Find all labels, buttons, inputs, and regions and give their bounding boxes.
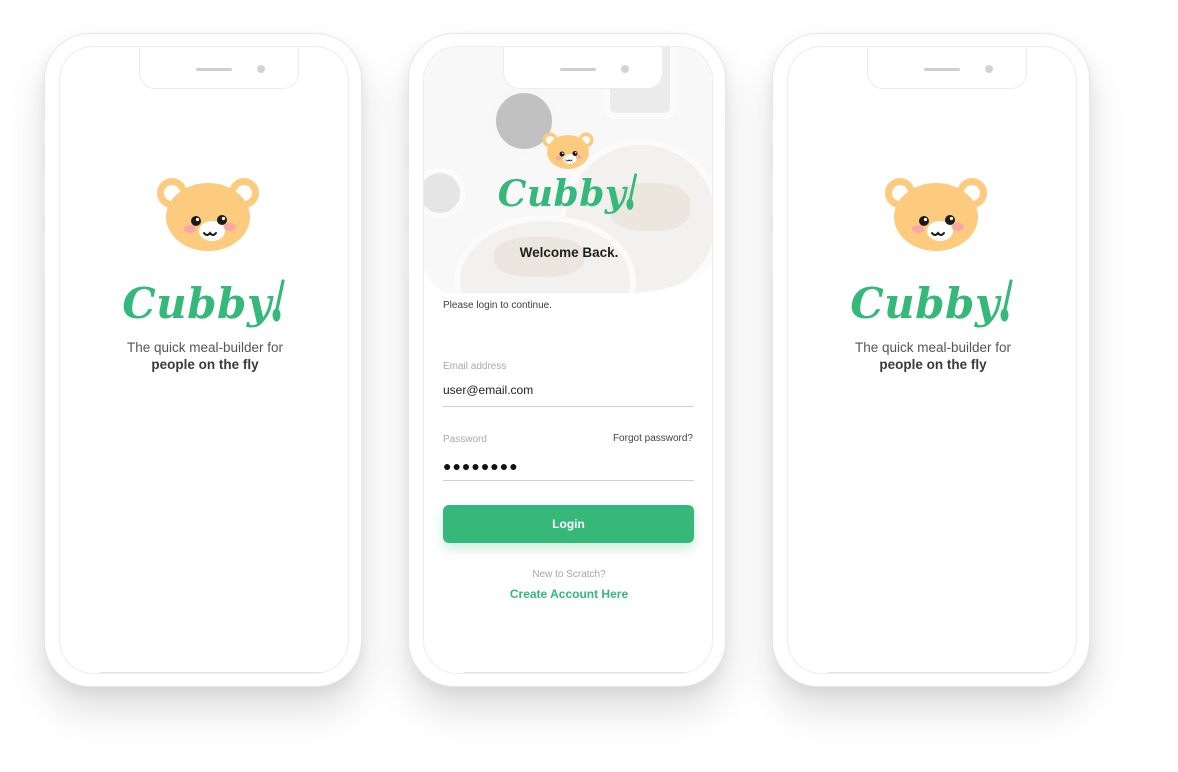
- email-value: user@email.com: [443, 383, 534, 397]
- tagline-line-1: The quick meal-builder for: [126, 340, 284, 355]
- brand-wordmark-text: Cubby: [497, 173, 627, 215]
- phone-splash-left: Cubby The quick meal-builder for people …: [40, 33, 362, 687]
- phone-notch: [867, 47, 1027, 89]
- spoon-icon: [1000, 279, 1013, 322]
- tagline: The quick meal-builder for people on the…: [60, 339, 348, 373]
- bear-face-icon: [156, 177, 260, 252]
- signup-prompt: New to Scratch?: [532, 569, 606, 580]
- email-label: Email address: [443, 361, 507, 372]
- front-camera: [257, 65, 265, 73]
- phone-splash-right: Cubby The quick meal-builder for people …: [768, 33, 1090, 687]
- phone-login: Cubby Welcome Back. Please login to cont…: [404, 33, 726, 687]
- phone-screen: Cubby The quick meal-builder for people …: [787, 46, 1077, 674]
- phone-volume-up-button: [404, 170, 409, 216]
- password-label: Password: [443, 434, 487, 445]
- front-camera: [621, 65, 629, 73]
- forgot-password-link[interactable]: Forgot password?: [613, 433, 693, 444]
- brand-wordmark-text: Cubby: [850, 279, 1000, 328]
- phone-notch: [139, 47, 299, 89]
- phone-volume-down-button: [768, 230, 773, 276]
- phone-volume-up-button: [40, 170, 45, 216]
- email-field[interactable]: user@email.com: [443, 383, 694, 407]
- bear-face-icon: [884, 177, 988, 252]
- bear-face-icon: [542, 132, 594, 170]
- home-indicator: [828, 672, 1066, 673]
- speaker-grille: [196, 68, 232, 71]
- phone-screen: Cubby Welcome Back. Please login to cont…: [423, 46, 713, 674]
- home-indicator: [464, 672, 702, 673]
- login-button[interactable]: Login: [443, 505, 694, 543]
- speaker-grille: [924, 68, 960, 71]
- tagline-line-2: people on the fly: [151, 357, 259, 372]
- phone-mute-button: [404, 120, 409, 144]
- brand-wordmark-text: Cubby: [122, 279, 272, 328]
- password-field[interactable]: ●●●●●●●●: [443, 457, 694, 481]
- tagline-line-1: The quick meal-builder for: [854, 340, 1012, 355]
- password-value: ●●●●●●●●: [443, 458, 519, 474]
- spoon-icon: [626, 173, 638, 210]
- phone-notch: [503, 47, 663, 89]
- home-indicator: [100, 672, 338, 673]
- mockup-stage: Cubby The quick meal-builder for people …: [0, 0, 1178, 772]
- phone-screen: Cubby The quick meal-builder for people …: [59, 46, 349, 674]
- login-subtitle: Please login to continue.: [443, 300, 552, 311]
- speaker-grille: [560, 68, 596, 71]
- phone-mute-button: [768, 120, 773, 144]
- phone-volume-down-button: [404, 230, 409, 276]
- tagline: The quick meal-builder for people on the…: [788, 339, 1076, 373]
- phone-volume-down-button: [40, 230, 45, 276]
- brand-wordmark: Cubby: [60, 279, 348, 328]
- phone-mute-button: [40, 120, 45, 144]
- brand-wordmark: Cubby: [788, 279, 1076, 328]
- front-camera: [985, 65, 993, 73]
- brand-wordmark: Cubby: [424, 173, 712, 215]
- create-account-link[interactable]: Create Account Here: [424, 587, 712, 601]
- phone-volume-up-button: [768, 170, 773, 216]
- tagline-line-2: people on the fly: [879, 357, 987, 372]
- welcome-heading: Welcome Back.: [519, 245, 619, 260]
- spoon-icon: [272, 279, 285, 322]
